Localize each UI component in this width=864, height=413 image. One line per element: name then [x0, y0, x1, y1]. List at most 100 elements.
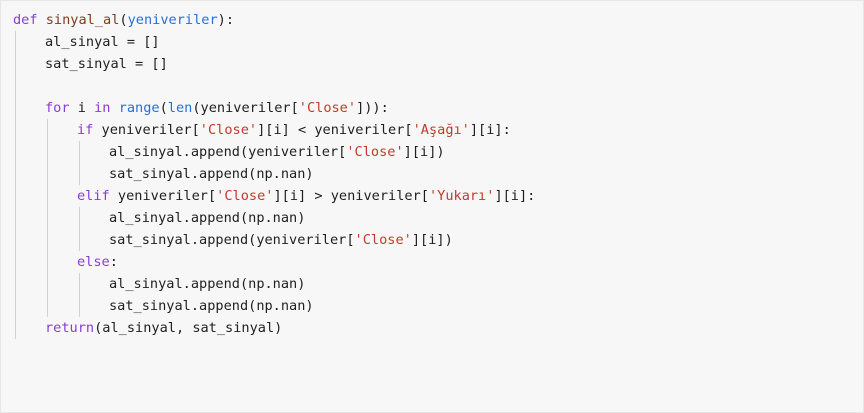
code-token: : [109, 254, 118, 270]
code-token: al_sinyal.append(yeniveriler[ [109, 144, 347, 160]
code-line-content: elif yeniveriler['Close'][i] > yeniveril… [13, 188, 535, 204]
indent-guide [47, 163, 48, 185]
code-token: for [45, 100, 70, 116]
code-token: sat_sinyal.append(np.nan) [109, 298, 314, 314]
code-token: ])): [356, 100, 389, 116]
code-token: 'Close' [216, 188, 274, 204]
code-token: in [94, 100, 111, 116]
code-token: sat_sinyal = [] [45, 56, 168, 72]
indent-guide [15, 97, 16, 119]
code-token: 'Close' [346, 144, 404, 160]
code-line: return(al_sinyal, sat_sinyal) [13, 317, 535, 339]
code-token: ( [119, 12, 128, 28]
code-token: ][i]: [494, 188, 536, 204]
indent-guide [15, 75, 16, 97]
code-line-content [13, 78, 45, 94]
indent-guide [15, 317, 16, 339]
code-token: else [77, 254, 110, 270]
code-token: yeniveriler [127, 12, 218, 28]
indent-guide [47, 295, 48, 317]
indent-guide [47, 141, 48, 163]
code-line-content: al_sinyal = [] [13, 34, 160, 50]
indent-guide [15, 185, 16, 207]
code-token: 'Yukarı' [428, 188, 495, 204]
code-token: (yeniveriler[ [192, 100, 299, 116]
code-token: i [69, 100, 95, 116]
indent-guide [47, 251, 48, 273]
indent-guide [15, 141, 16, 163]
code-token: sat_sinyal.append(np.nan) [109, 166, 314, 182]
code-line-content: al_sinyal.append(np.nan) [13, 210, 305, 226]
indent-guide [47, 229, 48, 251]
code-token: yeniveriler[ [93, 122, 200, 138]
code-cell[interactable]: def sinyal_al(yeniveriler): al_sinyal = [… [0, 0, 864, 413]
code-line: elif yeniveriler['Close'][i] > yeniveril… [13, 185, 535, 207]
code-token: ][i]) [403, 144, 445, 160]
code-token: al_sinyal.append(np.nan) [109, 210, 306, 226]
indent-guide [79, 229, 80, 251]
indent-guide [15, 251, 16, 273]
code-token: range [118, 100, 160, 116]
code-token: 'Close' [298, 100, 357, 116]
indent-guide [79, 273, 80, 295]
code-token: elif [77, 188, 110, 204]
indent-guide [15, 119, 16, 141]
code-token: 'Close' [199, 122, 258, 138]
code-line: def sinyal_al(yeniveriler): [13, 9, 535, 31]
code-line-content: al_sinyal.append(np.nan) [13, 276, 305, 292]
code-token: ][i]: [469, 122, 511, 138]
code-token: sat_sinyal.append(yeniveriler[ [109, 232, 355, 248]
code-line: al_sinyal = [] [13, 31, 535, 53]
code-token: ][i] < yeniveriler[ [257, 122, 413, 138]
code-token: ): [217, 12, 235, 28]
indent-guide [79, 295, 80, 317]
code-token: ( [159, 100, 168, 116]
code-token: return [45, 320, 95, 336]
indent-guide [79, 207, 80, 229]
code-line: sat_sinyal.append(np.nan) [13, 163, 535, 185]
indent-guide [15, 163, 16, 185]
code-line: for i in range(len(yeniveriler['Close'])… [13, 97, 535, 119]
indent-guide [15, 229, 16, 251]
indent-guide [47, 119, 48, 141]
code-token: len [167, 100, 193, 116]
code-token: def [13, 12, 38, 28]
code-token: ][i] > yeniveriler[ [273, 188, 429, 204]
indent-guide [47, 185, 48, 207]
code-line-content: return(al_sinyal, sat_sinyal) [13, 320, 282, 336]
indent-guide [15, 295, 16, 317]
code-line-content: if yeniveriler['Close'][i] < yeniveriler… [13, 122, 511, 138]
indent-guide [15, 53, 16, 75]
code-line-content: al_sinyal.append(yeniveriler['Close'][i]… [13, 144, 445, 160]
code-line: al_sinyal.append(yeniveriler['Close'][i]… [13, 141, 535, 163]
code-token: sinyal_al [45, 12, 120, 28]
indent-guide [47, 273, 48, 295]
code-line: sat_sinyal.append(np.nan) [13, 295, 535, 317]
code-line: else: [13, 251, 535, 273]
code-line: sat_sinyal = [] [13, 53, 535, 75]
indent-guide [15, 273, 16, 295]
code-line: al_sinyal.append(np.nan) [13, 207, 535, 229]
code-line: if yeniveriler['Close'][i] < yeniveriler… [13, 119, 535, 141]
indent-guide [47, 207, 48, 229]
code-line-content: sat_sinyal.append(np.nan) [13, 166, 314, 182]
indent-guide [79, 163, 80, 185]
code-token: if [77, 122, 94, 138]
code-token: ][i]) [411, 232, 453, 248]
code-line-content: def sinyal_al(yeniveriler): [13, 12, 234, 28]
code-token: al_sinyal.append(np.nan) [109, 276, 306, 292]
code-token: 'Aşağı' [412, 122, 470, 138]
indent-guide [79, 141, 80, 163]
code-block[interactable]: def sinyal_al(yeniveriler): al_sinyal = [… [13, 9, 535, 339]
code-token: yeniveriler[ [109, 188, 217, 204]
code-line: al_sinyal.append(np.nan) [13, 273, 535, 295]
code-token: (al_sinyal, sat_sinyal) [94, 320, 283, 336]
code-token: 'Close' [354, 232, 412, 248]
indent-guide [15, 207, 16, 229]
code-line [13, 75, 535, 97]
code-line-content: for i in range(len(yeniveriler['Close'])… [13, 100, 389, 116]
indent-guide [15, 31, 16, 53]
code-line-content: sat_sinyal.append(np.nan) [13, 298, 314, 314]
